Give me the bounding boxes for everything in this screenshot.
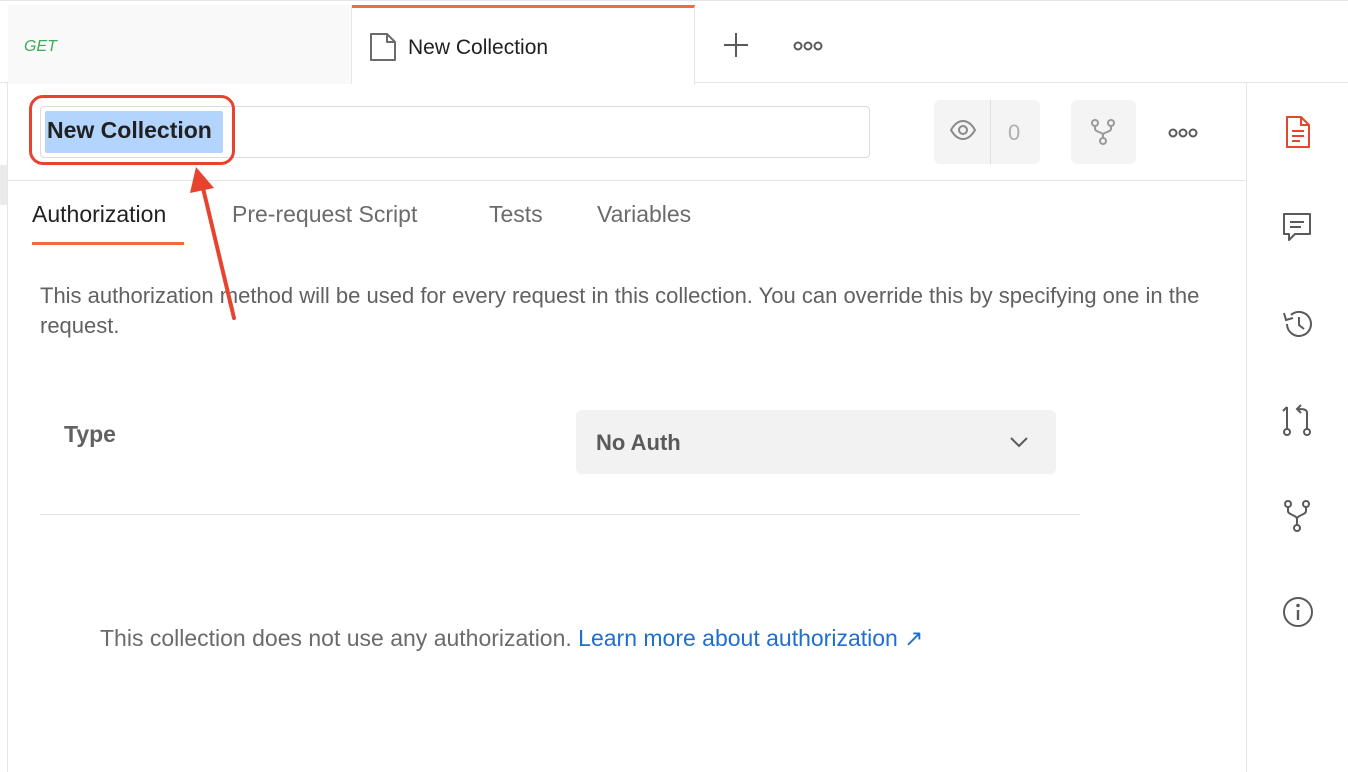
collection-doc-icon — [369, 32, 397, 67]
no-auth-text: This collection does not use any authori… — [100, 625, 572, 651]
no-auth-message: This collection does not use any authori… — [100, 625, 924, 652]
tab-bar: GET New Collection — [0, 0, 1348, 85]
pull-request-icon[interactable] — [1281, 403, 1313, 442]
info-icon[interactable] — [1281, 595, 1315, 634]
eye-icon — [949, 119, 977, 145]
tab-more-options-icon[interactable] — [793, 39, 823, 57]
tab-variables[interactable]: Variables — [597, 201, 691, 228]
collection-subtabs: Authorization Pre-request Script Tests V… — [8, 181, 1246, 247]
tab-new-collection[interactable]: New Collection — [352, 5, 695, 85]
documentation-icon[interactable] — [1281, 115, 1313, 154]
gutter-marker — [0, 165, 7, 205]
comments-icon[interactable] — [1281, 211, 1313, 250]
auth-type-dropdown[interactable]: No Auth — [576, 410, 1056, 474]
fork-icon — [1091, 119, 1115, 145]
learn-more-link[interactable]: Learn more about authorization ↗ — [578, 625, 923, 651]
watch-count: 0 — [1008, 120, 1021, 145]
header-more-options-icon[interactable] — [1168, 126, 1198, 144]
auth-type-label: Type — [64, 421, 116, 447]
chevron-down-icon — [1009, 435, 1029, 453]
collection-name-text: New Collection — [47, 117, 212, 143]
fork-icon[interactable] — [1281, 499, 1313, 538]
fork-button[interactable] — [1071, 100, 1136, 164]
left-gutter — [0, 83, 8, 772]
watch-button[interactable]: 0 — [934, 100, 1040, 164]
active-tab-underline — [32, 242, 184, 245]
tab-pre-request-script[interactable]: Pre-request Script — [232, 201, 417, 228]
active-tab-title: New Collection — [408, 36, 549, 59]
right-sidebar — [1246, 83, 1348, 772]
get-method-label: GET — [24, 38, 57, 55]
tab-get-request[interactable]: GET — [8, 5, 352, 84]
watch-divider — [990, 100, 991, 164]
tab-authorization[interactable]: Authorization — [32, 201, 166, 228]
auth-description: This authorization method will be used f… — [40, 283, 1200, 338]
history-icon[interactable] — [1281, 307, 1315, 346]
auth-type-value: No Auth — [596, 430, 681, 455]
tab-tests[interactable]: Tests — [489, 201, 543, 228]
postman-app: GET New Collection New Collection 0 Auth… — [0, 0, 1348, 772]
new-tab-plus-icon[interactable] — [722, 31, 750, 64]
section-divider — [40, 514, 1080, 515]
collection-header: New Collection 0 — [8, 83, 1246, 181]
